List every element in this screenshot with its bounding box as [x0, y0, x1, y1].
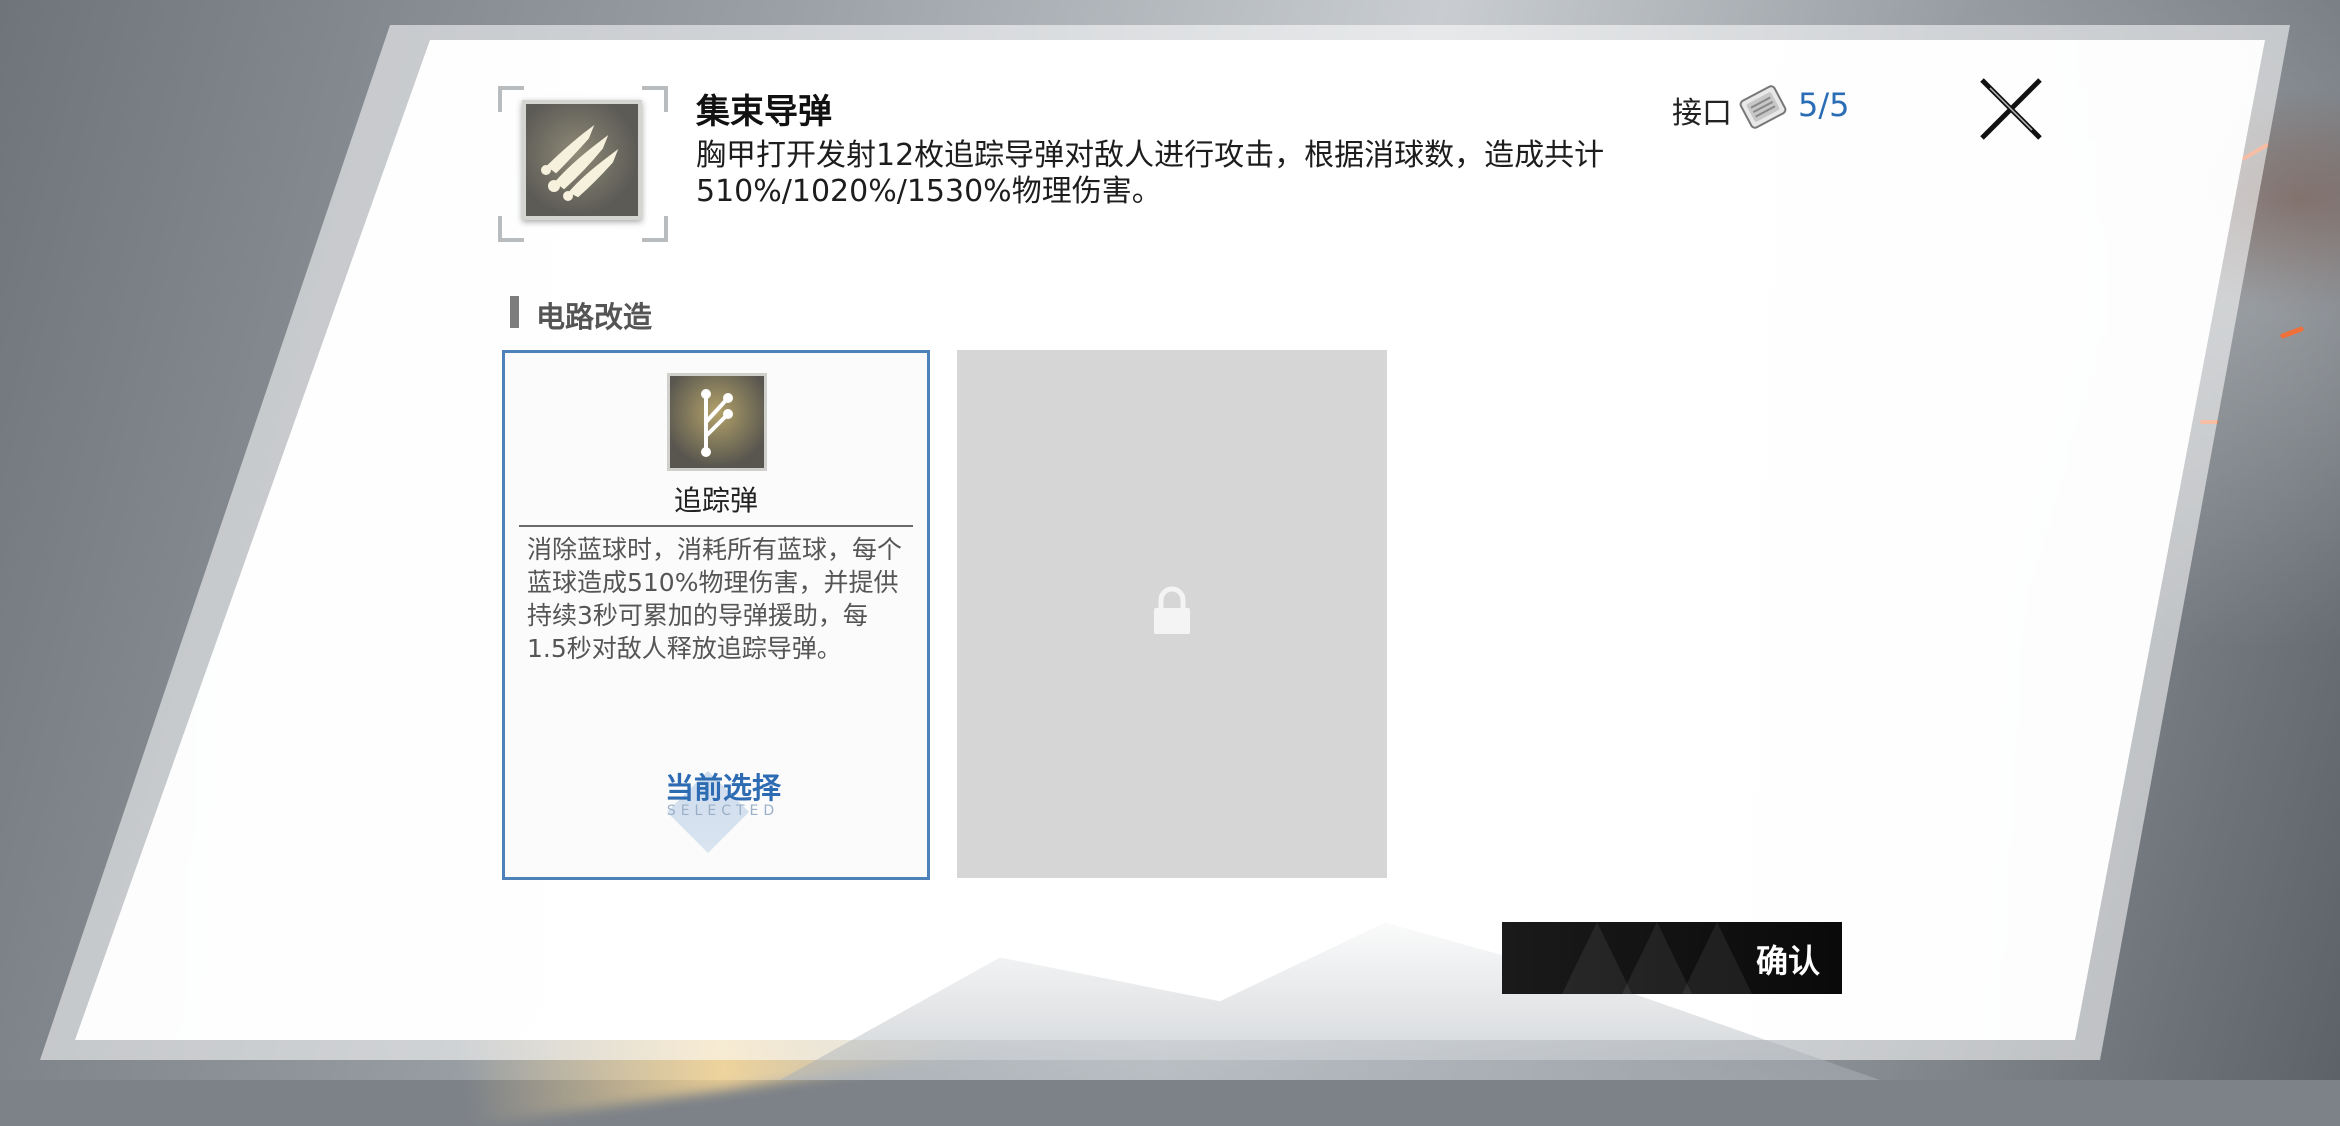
circuit-name: 追踪弹: [673, 484, 758, 517]
circuit-card-selected[interactable]: 追踪弹 消除蓝球时，消耗所有蓝球，每个蓝球造成510%物理伤害，并提供持续3秒可…: [502, 350, 930, 880]
interface-count: 5/5: [1798, 86, 1850, 124]
confirm-label: 确认: [1755, 942, 1820, 980]
missile-cluster-glyph: [541, 125, 619, 201]
frame-corner: [498, 86, 524, 112]
ember-spark: [2279, 326, 2305, 339]
skill-title: 集束导弹: [696, 92, 832, 132]
lock-icon: [1154, 586, 1190, 634]
selected-label: 当前选择: [664, 771, 781, 805]
close-icon[interactable]: [1976, 74, 2046, 144]
confirm-decoration: [1682, 922, 1752, 994]
confirm-decoration: [1562, 922, 1632, 994]
circuit-description: 消除蓝球时，消耗所有蓝球，每个蓝球造成510%物理伤害，并提供持续3秒可累加的导…: [527, 535, 903, 663]
section-marker: [510, 296, 519, 328]
confirm-decoration: [1622, 922, 1692, 994]
frame-corner: [642, 216, 668, 242]
missile-cluster-icon: [522, 100, 642, 220]
selected-indicator: 当前选择 SELECTED: [659, 765, 781, 854]
frame-corner: [498, 216, 524, 242]
skill-icon-frame: [498, 86, 668, 242]
card-divider: [519, 525, 913, 527]
frame-corner: [642, 86, 668, 112]
chip-icon: [1739, 85, 1787, 129]
branch-circuit-icon: [667, 373, 767, 471]
interface-label: 接口: [1672, 96, 1732, 131]
selected-sublabel: SELECTED: [666, 803, 780, 819]
branch-circuit-glyph: [701, 389, 733, 457]
confirm-button[interactable]: 确认: [1502, 922, 1842, 994]
circuit-card-locked[interactable]: [957, 350, 1387, 878]
skill-description: 胸甲打开发射12枚追踪导弹对敌人进行攻击，根据消球数，造成共计510%/1020…: [696, 138, 1605, 209]
section-title: 电路改造: [536, 300, 653, 334]
